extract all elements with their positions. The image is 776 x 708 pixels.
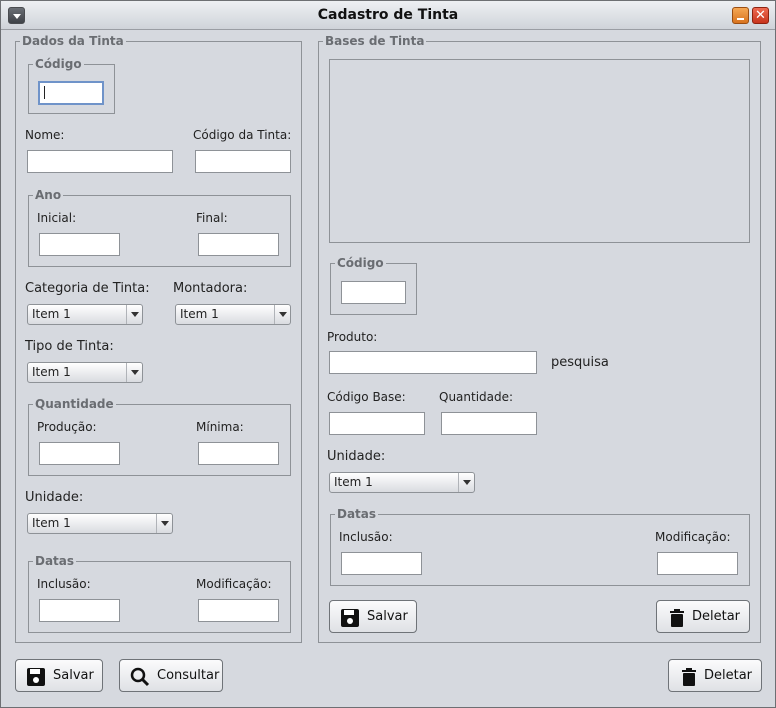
quantidade-input[interactable]	[441, 412, 537, 435]
nome-input[interactable]	[27, 150, 173, 173]
producao-input[interactable]	[39, 442, 120, 465]
inclusao-input[interactable]	[39, 599, 120, 622]
tipo-selected-value: Item 1	[32, 365, 71, 379]
unidade-select[interactable]: Item 1	[27, 513, 173, 534]
close-icon[interactable]: ✕	[752, 7, 769, 24]
consultar-button[interactable]: Consultar	[119, 659, 223, 692]
deletar-label: Deletar	[704, 668, 753, 683]
unidade-selected-value: Item 1	[32, 516, 71, 530]
montadora-selected-value: Item 1	[180, 307, 219, 321]
tipo-de-tinta-label: Tipo de Tinta:	[25, 339, 114, 354]
chevron-down-icon[interactable]	[458, 473, 474, 492]
base-deletar-label: Deletar	[692, 609, 741, 624]
codigo-da-tinta-input[interactable]	[195, 150, 291, 173]
base-salvar-label: Salvar	[367, 609, 408, 624]
window-title: Cadastro de Tinta	[317, 7, 459, 23]
magnifier-icon	[130, 667, 150, 687]
modificacao-label: Modificação:	[196, 577, 272, 591]
producao-label: Produção:	[37, 420, 97, 434]
datas-legend: Datas	[33, 554, 77, 568]
chevron-down-icon[interactable]	[126, 305, 142, 324]
ano-inicial-input[interactable]	[39, 233, 120, 256]
bases-list[interactable]	[329, 59, 750, 243]
base-unidade-selected-value: Item 1	[334, 475, 373, 489]
bases-de-tinta-legend: Bases de Tinta	[323, 34, 427, 48]
base-inclusao-label: Inclusão:	[339, 530, 393, 544]
base-modificacao-input[interactable]	[657, 552, 738, 575]
base-datas-legend: Datas	[335, 507, 379, 521]
minima-label: Mínima:	[196, 420, 244, 434]
base-codigo-legend: Código	[335, 256, 386, 270]
codigo-base-label: Código Base:	[327, 390, 406, 404]
salvar-button[interactable]: Salvar	[15, 659, 103, 692]
base-modificacao-label: Modificação:	[655, 530, 731, 544]
base-unidade-select[interactable]: Item 1	[329, 472, 475, 493]
text-caret	[44, 86, 45, 99]
minima-input[interactable]	[198, 442, 279, 465]
categoria-de-tinta-select[interactable]: Item 1	[27, 304, 143, 325]
quantidade-group: Quantidade	[28, 397, 291, 476]
tipo-de-tinta-select[interactable]: Item 1	[27, 362, 143, 383]
dados-da-tinta-legend: Dados da Tinta	[20, 34, 126, 48]
codigo-base-input[interactable]	[329, 412, 425, 435]
salvar-label: Salvar	[53, 668, 94, 683]
produto-input[interactable]	[329, 351, 537, 374]
quantidade-legend: Quantidade	[33, 397, 116, 411]
categoria-de-tinta-label: Categoria de Tinta:	[25, 281, 150, 296]
trash-can-icon	[682, 668, 696, 686]
base-unidade-label: Unidade:	[327, 449, 386, 464]
trash-can-icon	[670, 609, 684, 627]
base-deletar-button[interactable]: Deletar	[656, 600, 750, 633]
deletar-button[interactable]: Deletar	[668, 659, 762, 692]
base-datas-group: Datas	[330, 507, 750, 586]
inclusao-label: Inclusão:	[37, 577, 91, 591]
chevron-down-icon[interactable]	[156, 514, 172, 533]
pesquisa-link[interactable]: pesquisa	[551, 356, 609, 370]
ano-final-input[interactable]	[198, 233, 279, 256]
nome-label: Nome:	[25, 128, 65, 142]
codigo-da-tinta-label: Código da Tinta:	[193, 128, 292, 142]
main-window: Cadastro de Tinta ✕ Dados da Tinta Códig…	[0, 0, 776, 708]
consultar-label: Consultar	[157, 668, 220, 683]
base-salvar-button[interactable]: Salvar	[329, 600, 417, 633]
title-bar: Cadastro de Tinta ✕	[1, 1, 775, 30]
base-inclusao-input[interactable]	[341, 552, 422, 575]
unidade-label: Unidade:	[25, 490, 84, 505]
inicial-label: Inicial:	[37, 211, 77, 225]
produto-label: Produto:	[327, 330, 378, 344]
base-codigo-input[interactable]	[341, 281, 406, 304]
chevron-down-icon[interactable]	[126, 363, 142, 382]
ano-legend: Ano	[33, 188, 64, 202]
codigo-input[interactable]	[38, 81, 104, 105]
minimize-icon[interactable]	[732, 7, 749, 24]
floppy-disk-icon	[341, 609, 359, 627]
datas-group: Datas	[28, 554, 291, 633]
modificacao-input[interactable]	[198, 599, 279, 622]
chevron-down-icon[interactable]	[274, 305, 290, 324]
montadora-label: Montadora:	[173, 281, 248, 296]
montadora-select[interactable]: Item 1	[175, 304, 291, 325]
categoria-selected-value: Item 1	[32, 307, 71, 321]
floppy-disk-icon	[27, 668, 45, 686]
final-label: Final:	[196, 211, 228, 225]
ano-group: Ano	[28, 188, 291, 267]
codigo-legend: Código	[33, 57, 84, 71]
quantidade-label: Quantidade:	[439, 390, 514, 404]
